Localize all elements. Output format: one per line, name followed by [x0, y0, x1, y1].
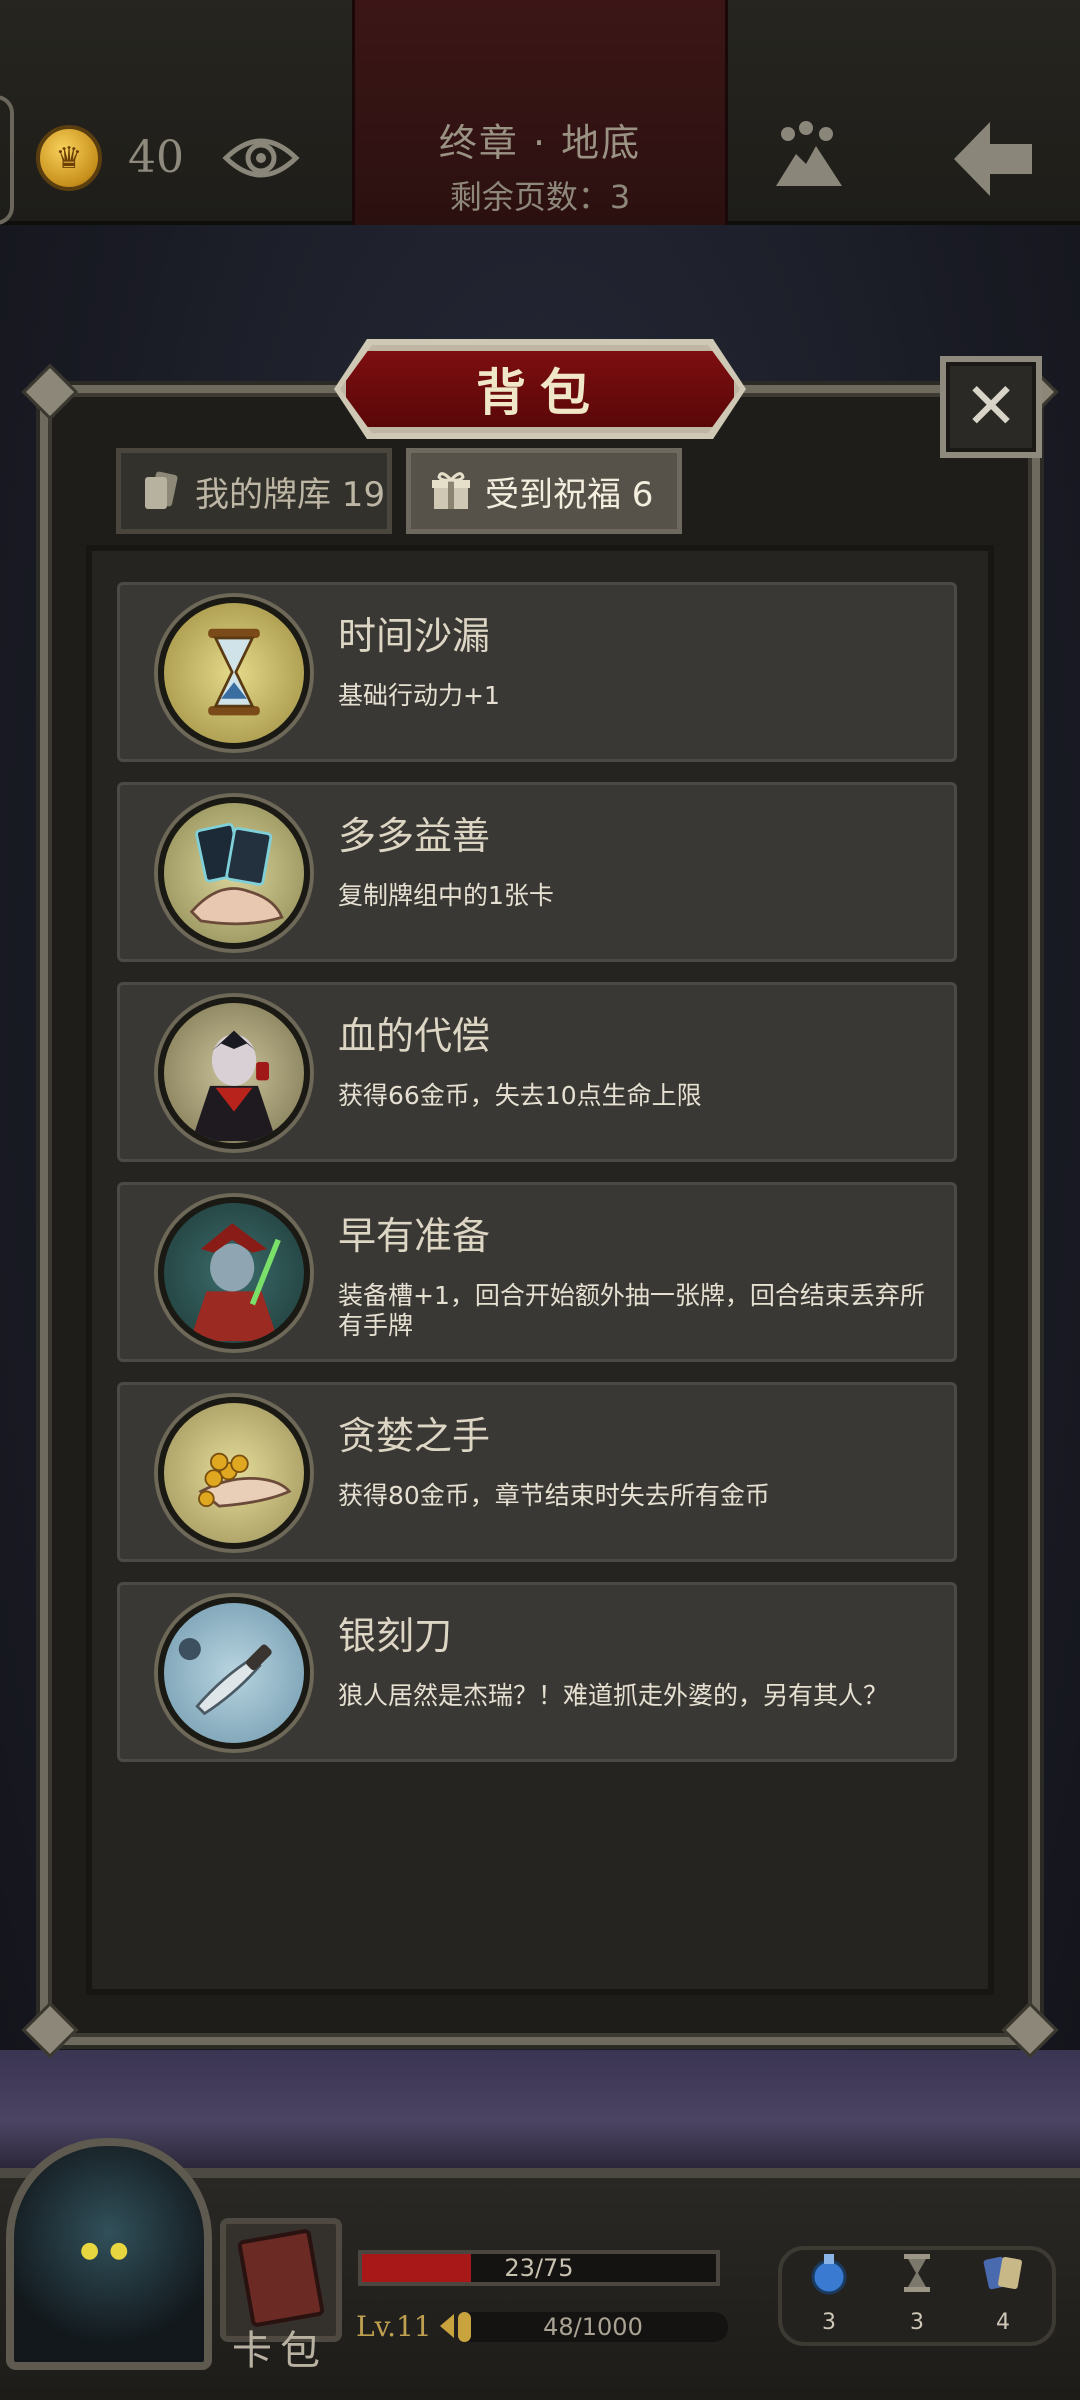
item-description: 复制牌组中的1张卡 — [338, 881, 554, 910]
gold-hand-icon — [158, 1397, 310, 1549]
card-icon — [145, 471, 178, 509]
list-item[interactable]: 早有准备 装备槽+1，回合开始额外抽一张牌，回合结束丢弃所有手牌 — [117, 1182, 957, 1362]
coin-icon: ♛ — [36, 125, 102, 191]
xp-text: 48/1000 — [543, 2313, 643, 2341]
list-item[interactable]: 时间沙漏 基础行动力+1 — [117, 582, 957, 762]
resource-count: 3 — [822, 2310, 836, 2335]
chapter-banner: 终章 · 地底 剩余页数：3 — [352, 0, 728, 225]
item-name: 血的代偿 — [338, 1014, 491, 1058]
item-name: 多多益善 — [338, 814, 491, 858]
hunter-icon — [158, 1197, 310, 1349]
eye-icon[interactable] — [222, 128, 300, 188]
hp-bar: 23/75 — [358, 2250, 720, 2286]
resource-cards[interactable]: 4 — [968, 2250, 1038, 2335]
tab-blessings-label: 受到祝福 6 — [485, 474, 654, 515]
cards-hand-icon — [158, 797, 310, 949]
potion-icon — [811, 2254, 847, 2295]
silver-knife-icon — [158, 1597, 310, 1749]
tab-my-deck[interactable]: 我的牌库 19 — [116, 448, 392, 534]
list-item[interactable]: 多多益善 复制牌组中的1张卡 — [117, 782, 957, 962]
panel-title: 背包 — [476, 364, 604, 422]
list-item[interactable]: 贪婪之手 获得80金币，章节结束时失去所有金币 — [117, 1382, 957, 1562]
left-drawer-tab[interactable] — [0, 95, 14, 225]
card-pack-label: 卡包 — [232, 2328, 328, 2374]
item-name: 贪婪之手 — [338, 1414, 491, 1458]
resource-count: 3 — [910, 2310, 924, 2335]
hero-eyes: ●● — [80, 2238, 139, 2263]
tab-my-deck-label: 我的牌库 19 — [195, 474, 386, 515]
hourglass-icon — [158, 597, 310, 749]
hp-text: 23/75 — [504, 2254, 574, 2282]
item-description: 获得66金币，失去10点生命上限 — [338, 1081, 702, 1110]
paw-icon[interactable] — [770, 120, 848, 192]
xp-arrow-icon — [440, 2314, 454, 2338]
top-bar: ♛ 40 终章 · 地底 剩余页数：3 — [0, 0, 1080, 225]
item-description: 基础行动力+1 — [338, 681, 500, 710]
item-description: 狼人居然是杰瑞？！难道抓走外婆的，另有其人？ — [338, 1681, 889, 1710]
resource-potion[interactable]: 3 — [794, 2250, 864, 2335]
coin-count: 40 — [128, 132, 184, 183]
vampire-icon — [158, 997, 310, 1149]
item-name: 时间沙漏 — [338, 614, 491, 658]
title-plate: 背包 — [340, 345, 740, 433]
item-name: 早有准备 — [338, 1214, 491, 1258]
level-label: Lv.11 — [356, 2310, 432, 2343]
pages-remaining: 剩余页数：3 — [449, 178, 631, 216]
xp-bar: 48/1000 — [458, 2312, 728, 2342]
close-button[interactable]: ✕ — [940, 356, 1042, 458]
close-icon: ✕ — [964, 370, 1018, 444]
resource-count: 4 — [996, 2310, 1010, 2335]
item-description: 装备槽+1，回合开始额外抽一张牌，回合结束丢弃所有手牌 — [338, 1281, 925, 1340]
back-arrow-icon[interactable] — [950, 118, 1036, 200]
tab-blessings[interactable]: 受到祝福 6 — [406, 448, 682, 534]
resource-hourglass[interactable]: 3 — [882, 2250, 952, 2335]
list-item[interactable]: 血的代偿 获得66金币，失去10点生命上限 — [117, 982, 957, 1162]
item-name: 银刻刀 — [338, 1614, 453, 1658]
card-pack-icon — [236, 2228, 326, 2328]
hourglass-small-icon — [904, 2254, 930, 2292]
item-description: 获得80金币，章节结束时失去所有金币 — [338, 1481, 770, 1510]
list-item[interactable]: 银刻刀 狼人居然是杰瑞？！难道抓走外婆的，另有其人？ — [117, 1582, 957, 1762]
chapter-title: 终章 · 地底 — [438, 121, 642, 165]
cards-icon — [983, 2256, 1022, 2290]
gift-icon — [432, 472, 470, 509]
